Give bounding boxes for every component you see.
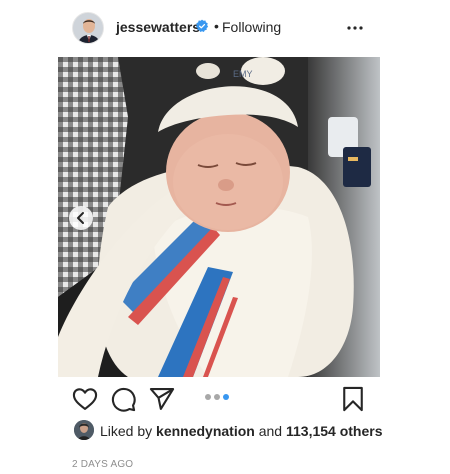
liked-by-label: Liked by [100,423,153,439]
newborn-photo-illustration: EMY [58,57,380,377]
post-timestamp[interactable]: 2 DAYS AGO [72,459,133,470]
chevron-left-icon[interactable] [68,205,94,231]
likes-text: Liked by kennedynation and 113,154 other… [100,423,383,439]
separator-dot: • [214,18,219,34]
following-button[interactable]: Following [222,19,281,35]
svg-text:EMY: EMY [233,69,253,79]
carousel-dot-2 [214,394,220,400]
heart-icon[interactable] [71,385,99,413]
likes-and-label: and [258,423,283,439]
username-link[interactable]: jessewatters [116,19,200,35]
post-photo[interactable]: EMY [58,57,380,377]
comment-icon[interactable] [109,385,137,413]
carousel-dot-active [223,394,229,400]
liker-username-link[interactable]: kennedynation [156,423,255,439]
bookmark-icon[interactable] [339,385,367,413]
liker-avatar[interactable] [74,420,94,440]
share-icon[interactable] [148,385,176,413]
likes-count-link[interactable]: 113,154 others [286,423,383,439]
post-header: jessewatters • Following [0,0,450,56]
likes-section: Liked by kennedynation and 113,154 other… [74,420,414,442]
verified-badge-icon [195,19,209,32]
user-avatar[interactable] [72,12,104,44]
more-horizontal-icon[interactable] [343,16,367,40]
carousel-dot-1 [205,394,211,400]
